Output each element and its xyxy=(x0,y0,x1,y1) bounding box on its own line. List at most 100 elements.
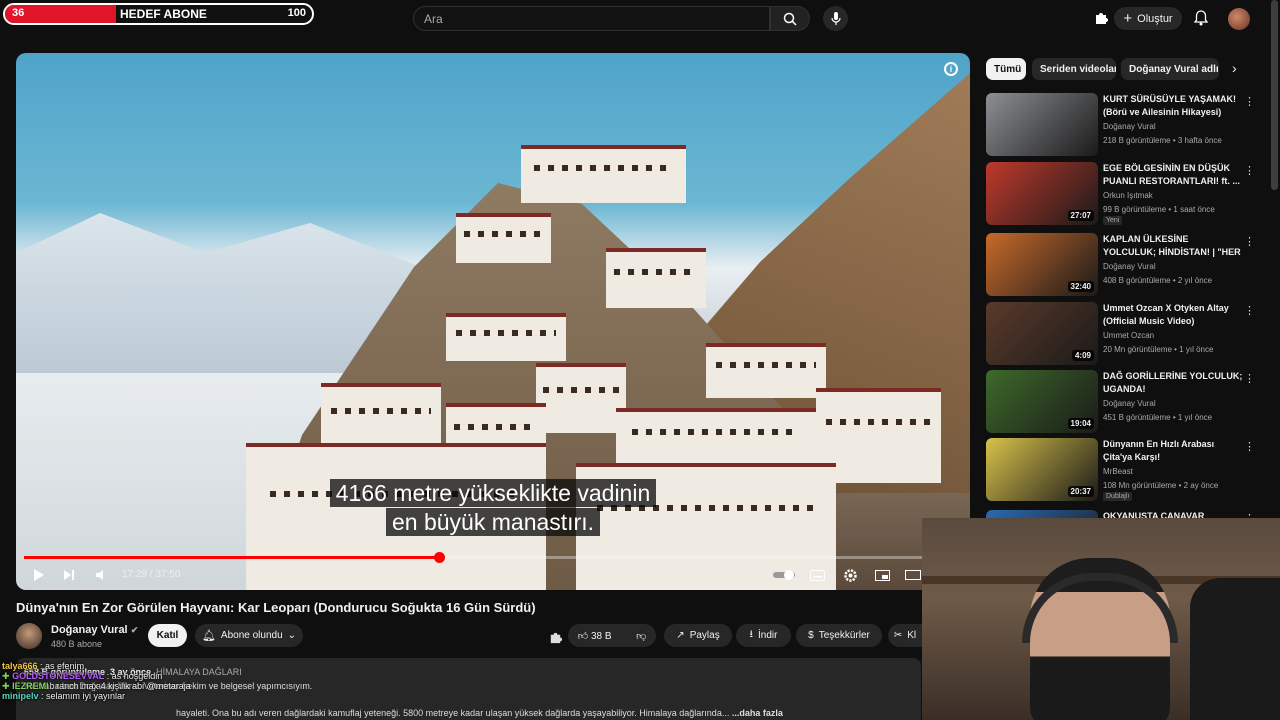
puzzle-icon xyxy=(550,632,562,643)
recommended-video[interactable]: OKYANUSTA CANAVAR⋮ xyxy=(986,510,1256,518)
recommended-video-channel[interactable]: Ummet Ozcan xyxy=(1103,331,1154,340)
more-options-icon[interactable]: ⋮ xyxy=(1244,95,1255,108)
description-line-2: hayaleti. Ona bu adı veren dağlardaki ka… xyxy=(176,708,783,718)
video-thumbnail[interactable] xyxy=(986,93,1098,156)
recommended-video-title[interactable]: DAĞ GORİLLERİNE YOLCULUK; UGANDA! xyxy=(1103,370,1243,396)
recommended-video-channel[interactable]: Doğanay Vural xyxy=(1103,122,1156,131)
description-line-2-text: hayaleti. Ona bu adı veren dağlardaki ka… xyxy=(176,708,730,718)
monastery-building xyxy=(616,408,816,468)
recommended-video-channel[interactable]: Orkun Işıtmak xyxy=(1103,191,1153,200)
channel-avatar[interactable] xyxy=(16,623,42,649)
verified-icon: ✔ xyxy=(130,625,139,635)
subtitle-line-2: en büyük manastırı. xyxy=(386,508,600,536)
play-button[interactable] xyxy=(32,566,46,584)
search-input[interactable]: Ara xyxy=(413,6,770,31)
recommended-video-title[interactable]: OKYANUSTA CANAVAR xyxy=(1103,510,1243,518)
video-player[interactable]: i 4166 metre yükseklikte vadinin en büyü… xyxy=(16,53,970,590)
recommended-video[interactable]: 20:37 Dünyanın En Hızlı Arabası Çita'ya K… xyxy=(986,438,1256,508)
video-thumbnail[interactable]: 20:37 xyxy=(986,438,1098,501)
duration-badge: 19:04 xyxy=(1067,418,1094,429)
recommended-video-channel[interactable]: Doğanay Vural xyxy=(1103,262,1156,271)
recommended-video[interactable]: 27:07 EGE BÖLGESİNİN EN DÜŞÜK PUANLI REST… xyxy=(986,162,1256,226)
like-button[interactable]: 👍︎ 38 B xyxy=(578,630,612,642)
duration-badge: 4:09 xyxy=(1071,350,1094,361)
thanks-label: Teşekkürler xyxy=(818,630,870,641)
autoplay-toggle[interactable] xyxy=(773,566,797,584)
video-thumbnail[interactable] xyxy=(986,510,1098,518)
recommended-video-channel[interactable]: MrBeast xyxy=(1103,467,1133,476)
recommended-video[interactable]: 19:04 DAĞ GORİLLERİNE YOLCULUK; UGANDA! Do… xyxy=(986,370,1256,434)
time-total: 37:50 xyxy=(155,569,181,580)
show-more-link[interactable]: ...daha fazla xyxy=(732,708,783,718)
clip-label: Kl xyxy=(907,630,917,641)
extension-button[interactable] xyxy=(546,628,564,646)
more-options-icon[interactable]: ⋮ xyxy=(1244,440,1255,453)
share-button[interactable]: ↗ Paylaş xyxy=(664,624,732,647)
chat-user: GOLDSTONESEVVAL xyxy=(12,671,105,681)
chip-all[interactable]: Tümü xyxy=(986,58,1026,80)
video-subtitle: 4166 metre yükseklikte vadinin en büyük … xyxy=(16,479,970,537)
subscribed-label: Abone olundu xyxy=(220,630,283,641)
page: 36 HEDEF ABONE 100 Ara + Oluştur i 4166 … xyxy=(0,0,1280,720)
chat-message: ✚ GOLDSTONESEVVAL : as hoşgeldin xyxy=(2,671,163,681)
clip-button[interactable]: ✂ Kl xyxy=(888,624,922,647)
progress-bar[interactable] xyxy=(24,552,922,563)
video-badge: Dublajlı xyxy=(1103,492,1133,501)
recommended-video[interactable]: 4:09 Ummet Ozcan X Otyken Altay (Official… xyxy=(986,302,1256,366)
chip-series[interactable]: Seriden videolar xyxy=(1032,58,1116,80)
extension-button[interactable] xyxy=(1092,9,1110,27)
download-button[interactable]: ⭳ İndir xyxy=(736,624,791,647)
recommended-video-title[interactable]: Dünyanın En Hızlı Arabası Çita'ya Karşı! xyxy=(1103,438,1243,464)
create-button[interactable]: + Oluştur xyxy=(1114,7,1182,30)
next-button[interactable] xyxy=(62,566,76,584)
recommended-video[interactable]: 32:40 KAPLAN ÜLKESİNE YOLCULUK; HİNDİSTAN… xyxy=(986,233,1256,297)
monastery-building xyxy=(521,145,686,203)
recommended-video-title[interactable]: KURT SÜRÜSÜYLE YAŞAMAK! (Börü ve Ailesin… xyxy=(1103,93,1243,119)
more-options-icon[interactable]: ⋮ xyxy=(1244,304,1255,317)
chevron-right-icon[interactable]: › xyxy=(1232,60,1237,76)
subtitles-button[interactable] xyxy=(809,566,825,584)
recommended-video[interactable]: KURT SÜRÜSÜYLE YAŞAMAK! (Börü ve Ailesin… xyxy=(986,93,1256,157)
recommended-video-title[interactable]: EGE BÖLGESİNİN EN DÜŞÜK PUANLI RESTORANT… xyxy=(1103,162,1243,188)
create-label: Oluştur xyxy=(1137,12,1173,25)
theater-mode-button[interactable] xyxy=(905,566,921,584)
search-button[interactable] xyxy=(770,6,810,31)
chat-text: as hoşgeldin xyxy=(111,671,163,681)
scrollbar[interactable] xyxy=(1271,0,1278,190)
thanks-button[interactable]: $ Teşekkürler xyxy=(796,624,882,647)
more-options-icon[interactable]: ⋮ xyxy=(1244,164,1255,177)
chat-text: ranch max 4 kişilik abi @metaraja xyxy=(56,681,191,691)
more-options-icon[interactable]: ⋮ xyxy=(1244,372,1255,385)
chevron-down-icon: ⌄ xyxy=(287,630,297,641)
monastery-building xyxy=(536,363,626,433)
chip-channel[interactable]: Doğanay Vural adlı yü xyxy=(1121,58,1219,80)
play-icon xyxy=(34,569,44,581)
video-thumbnail[interactable]: 4:09 xyxy=(986,302,1098,365)
account-avatar[interactable] xyxy=(1228,8,1250,30)
recommended-video-title[interactable]: Ummet Ozcan X Otyken Altay (Official Mus… xyxy=(1103,302,1243,328)
volume-button[interactable] xyxy=(94,566,108,584)
subscriber-count: 480 B abone xyxy=(51,639,103,649)
video-thumbnail[interactable]: 27:07 xyxy=(986,162,1098,225)
video-thumbnail[interactable]: 32:40 xyxy=(986,233,1098,296)
info-button[interactable]: i xyxy=(944,62,958,76)
subscribed-button[interactable]: 🔔︎ Abone olundu ⌄ xyxy=(195,624,303,647)
recommended-video-channel[interactable]: Doğanay Vural xyxy=(1103,399,1156,408)
notifications-button[interactable] xyxy=(1192,9,1210,27)
dislike-button[interactable]: 👎︎ xyxy=(636,630,646,642)
video-thumbnail[interactable]: 19:04 xyxy=(986,370,1098,433)
join-button[interactable]: Katıl xyxy=(148,624,187,647)
chat-message: ✚ IEZREMI : ranch max 4 kişilik abi @met… xyxy=(2,681,191,691)
settings-button[interactable] xyxy=(842,566,858,584)
chat-user: minipelv xyxy=(2,691,39,701)
video-badge: Yeni xyxy=(1103,216,1123,225)
recommended-video-meta: 108 Mn görüntüleme • 2 ay önce xyxy=(1103,481,1219,490)
channel-name[interactable]: Doğanay Vural ✔ xyxy=(51,624,138,636)
more-options-icon[interactable]: ⋮ xyxy=(1244,235,1255,248)
miniplayer-button[interactable] xyxy=(874,566,890,584)
bell-icon: 🔔︎ xyxy=(201,630,216,642)
download-label: İndir xyxy=(758,630,778,641)
recommended-video-title[interactable]: KAPLAN ÜLKESİNE YOLCULUK; HİNDİSTAN! | "… xyxy=(1103,233,1243,259)
voice-search-button[interactable] xyxy=(823,6,848,31)
goal-label: HEDEF ABONE xyxy=(120,7,207,21)
